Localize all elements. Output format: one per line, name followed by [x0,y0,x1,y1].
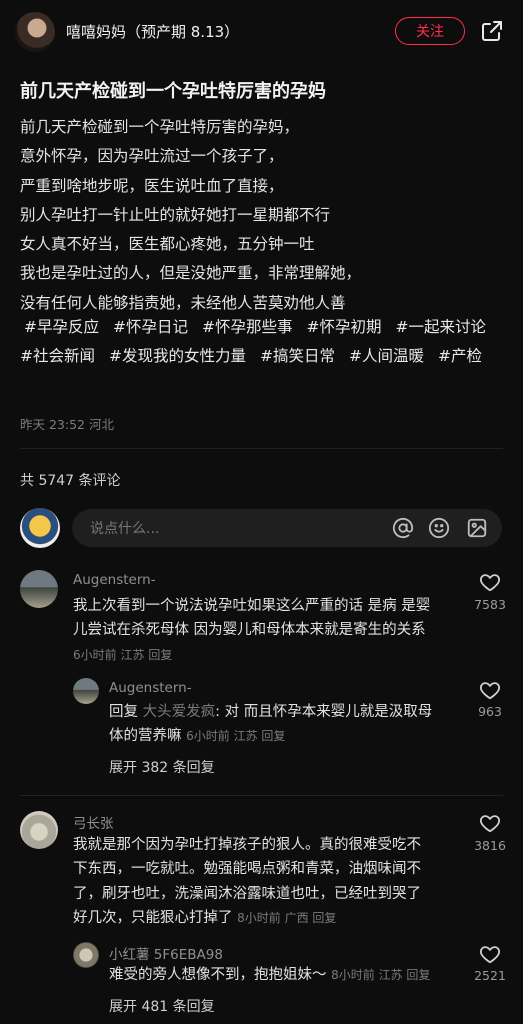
comment-line: 下东西，一吃就吐。勉强能喝点粥和青菜，油烟味闻不 [73,861,421,878]
hashtag[interactable]: #搞笑日常 [260,347,335,365]
reply-line: : 对 而且怀孕本来婴儿就是汲取母 [215,704,433,720]
comment-placeholder: 说点什么... [90,521,160,537]
heart-outline-icon[interactable] [479,679,501,701]
hashtag[interactable]: #发现我的女性力量 [109,347,246,365]
expand-replies-button[interactable]: 展开 382 条回复 [109,757,215,777]
commenter-avatar[interactable] [20,570,58,608]
divider [20,795,503,796]
like-count: 963 [478,704,502,719]
reply-text[interactable]: 回复 大头爱发疯: 对 而且怀孕本来婴儿就是汲取母 体的营养嘛 6小时前 江苏 … [109,700,469,749]
note-line: 我也是孕吐过的人，但是没她严重，非常理解她， [20,264,362,283]
tag-list: #早孕反应 #怀孕日记 #怀孕那些事 #怀孕初期 #一起来讨论 [20,313,510,342]
like-count: 7583 [474,597,506,612]
commenter-name[interactable]: Augenstern- [73,572,156,588]
expand-replies-button[interactable]: 展开 481 条回复 [109,996,215,1016]
note-line: 别人孕吐打一针止吐的就好她打一星期都不行 [20,205,331,224]
hashtag[interactable]: #一起来讨论 [396,318,487,336]
image-icon[interactable] [466,517,488,539]
reply-button[interactable]: 回复 [261,729,285,743]
comment-line: 我就是那个因为孕吐打掉孩子的狠人。真的很难受吃不 [73,837,421,853]
reply-target[interactable]: 大头爱发疯 [143,704,216,720]
reply-line: 体的营养嘛 [109,728,182,745]
comment-text[interactable]: 我就是那个因为孕吐打掉孩子的狠人。真的很难受吃不 下东西，一吃就吐。勉强能喝点粥… [73,833,473,930]
reply-button[interactable]: 回复 [312,911,336,925]
reply-button[interactable]: 回复 [148,648,172,662]
comment-line: 儿尝试在杀死母体 因为婴儿和母体本来就是寄生的关系 [73,622,426,639]
commenter-name[interactable]: 弓长张 [73,812,114,832]
comment-count: 共 5747 条评论 [20,473,121,489]
note-line: 前几天产检碰到一个孕吐特厉害的孕妈， [20,118,300,136]
comment-location: 江苏 [120,648,145,662]
emoji-icon[interactable] [428,517,450,539]
reply-meta: 6小时前 江苏 回复 [186,729,285,743]
hashtag[interactable]: #怀孕初期 [307,318,382,336]
like-count: 2521 [474,968,506,983]
heart-outline-icon[interactable] [479,943,501,965]
comment-meta: 6小时前 江苏 回复 [73,646,172,663]
reply-time: 8小时前 [331,968,375,982]
reply-avatar[interactable] [73,942,99,968]
reply-name[interactable]: Augenstern- [109,680,192,696]
heart-outline-icon[interactable] [479,571,501,593]
like-count: 3816 [474,838,506,853]
reply-location: 江苏 [378,968,403,982]
hashtag[interactable]: #怀孕日记 [113,318,188,336]
post-location: 河北 [88,417,114,432]
my-avatar [20,508,60,548]
note-line: 意外怀孕，因为孕吐流过一个孩子了， [20,147,284,166]
reply-location: 江苏 [233,729,258,744]
comment-time: 8小时前 [237,910,281,925]
comment-line: 好几次，只能狠心打掉了 [73,909,233,926]
hashtag[interactable]: #早孕反应 [24,318,99,336]
reply-text[interactable]: 难受的旁人想像不到，抱抱姐妹～ 8小时前 江苏 回复 [109,963,469,987]
note-line: 严重到啥地步呢，医生说吐血了直接， [20,176,284,195]
hashtag[interactable]: #社会新闻 [20,347,95,365]
author-name[interactable]: 嘻嘻妈妈（预产期 8.13） [66,21,239,42]
share-icon[interactable] [480,19,504,43]
reply-line: 难受的旁人想像不到，抱抱姐妹～ [109,967,327,983]
note-body: 前几天产检碰到一个孕吐特厉害的孕妈， 意外怀孕，因为孕吐流过一个孩子了， 严重到… [20,113,510,318]
tag-list-cont: #社会新闻 #发现我的女性力量 #搞笑日常 #人间温暖 #产检 [20,342,510,371]
comment-time: 6小时前 [73,648,117,662]
comment-text[interactable]: 我上次看到一个说法说孕吐如果这么严重的话 是病 是婴 儿尝试在杀死母体 因为婴儿… [73,594,473,643]
follow-button[interactable]: 关注 [395,17,465,45]
comment-line: 了，刷牙也吐，洗澡闻沐浴露味道也吐，已经吐到哭了 [73,885,421,902]
reply-time: 6小时前 [186,729,230,744]
divider [20,448,503,449]
heart-outline-icon[interactable] [479,812,501,834]
reply-avatar[interactable] [73,678,99,704]
author-avatar[interactable] [15,12,55,52]
hashtag[interactable]: #人间温暖 [349,347,424,365]
commenter-avatar[interactable] [20,811,58,849]
note-line: 女人真不好当，医生都心疼她，五分钟一吐 [20,235,315,254]
reply-button[interactable]: 回复 [406,968,430,982]
reply-name[interactable]: 小红薯 5F6EBA98 [109,943,223,963]
note-title: 前几天产检碰到一个孕吐特厉害的孕妈 [20,81,326,102]
comment-location: 广西 [284,910,309,925]
note-meta: 昨天 23:52 河北 [20,414,114,433]
post-time: 昨天 23:52 [20,417,85,432]
reply-meta: 8小时前 江苏 回复 [331,968,430,982]
hashtag[interactable]: #产检 [438,347,482,365]
comment-meta: 8小时前 广西 回复 [237,911,336,925]
reply-prefix: 回复 [109,704,138,720]
hashtag[interactable]: #怀孕那些事 [202,318,293,336]
at-icon[interactable] [392,517,414,539]
comment-line: 我上次看到一个说法说孕吐如果这么严重的话 是病 是婴 [73,598,431,614]
